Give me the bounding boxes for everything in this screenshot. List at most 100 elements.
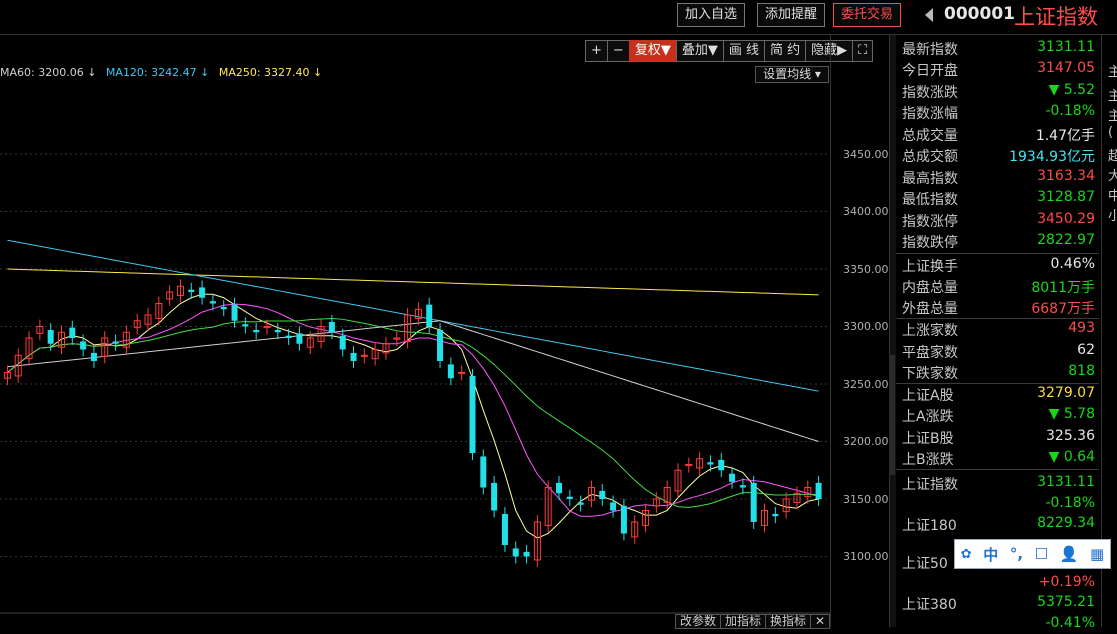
candle-body xyxy=(729,473,736,482)
candle-body xyxy=(815,482,822,499)
candle-body xyxy=(523,551,530,557)
ma250-line xyxy=(7,268,819,296)
quote-row: 上B涨跌 ▼ 0.64 xyxy=(902,449,1095,468)
quote-row: 外盘总量 6687万手 xyxy=(902,301,1095,317)
candle-body xyxy=(90,352,97,361)
quote-row: 最新指数 3131.11 xyxy=(902,39,1095,58)
quote-row: 最低指数 3128.87 xyxy=(902,189,1095,208)
strip-label: 主 xyxy=(1108,105,1117,124)
paw-icon[interactable]: ✿ xyxy=(961,547,972,562)
candle-body xyxy=(253,329,260,333)
y-tick: 3350.00 xyxy=(843,263,889,276)
candle-body xyxy=(69,327,76,338)
strip-label: 主 xyxy=(1108,61,1117,80)
price-axis: 3450.00 3400.00 3350.00 3300.00 3250.00 … xyxy=(830,35,891,627)
candle-body xyxy=(556,482,563,494)
quote-row: 上证380 5375.21 xyxy=(902,594,1095,613)
ime-user-icon[interactable]: 👤 xyxy=(1060,545,1079,563)
candle-body xyxy=(469,375,476,453)
candle-body xyxy=(577,502,584,505)
candle-body xyxy=(339,335,346,350)
candle-body xyxy=(328,321,335,333)
quote-row: 指数涨跌 ▼ 5.52 xyxy=(902,82,1095,101)
candle-body xyxy=(80,341,87,350)
candle-body xyxy=(599,490,606,499)
quote-row: +0.19% xyxy=(1038,574,1095,590)
y-tick: 3450.00 xyxy=(843,148,889,161)
quote-row: 下跌家数 818 xyxy=(902,363,1095,382)
candle-body xyxy=(620,505,627,534)
candlestick-chart[interactable] xyxy=(0,35,830,627)
ime-punct-toggle[interactable]: °, xyxy=(1010,545,1023,563)
y-tick: 3200.00 xyxy=(843,435,889,448)
candle-body xyxy=(426,304,433,327)
candle-body xyxy=(480,456,487,488)
candle-body xyxy=(274,329,281,333)
candle-body xyxy=(112,341,119,344)
quote-row: 最高指数 3163.34 xyxy=(902,168,1095,187)
quote-row: -0.41% xyxy=(1045,615,1095,631)
add-alert-button[interactable]: 添加提醒 xyxy=(757,3,826,27)
trade-button[interactable]: 委托交易 xyxy=(833,3,902,27)
y-tick: 3100.00 xyxy=(843,550,889,563)
candle-body xyxy=(447,364,454,379)
candle-body xyxy=(718,459,725,471)
candle-body xyxy=(707,462,714,465)
quote-row: 上A涨跌 ▼ 5.78 xyxy=(902,406,1095,425)
quote-row: 上证180 8229.34 xyxy=(902,515,1095,534)
ime-keyboard-icon[interactable]: ☐ xyxy=(1035,545,1048,563)
candle-body xyxy=(220,306,227,310)
stock-code: 000001 xyxy=(944,4,1015,24)
y-tick: 3400.00 xyxy=(843,205,889,218)
quote-row: -0.18% xyxy=(1045,495,1095,511)
candle-body xyxy=(501,513,508,545)
add-watchlist-button[interactable]: 加入自选 xyxy=(677,3,746,27)
quote-row: 总成交额 1934.93亿元 xyxy=(902,149,1095,165)
candle-body xyxy=(772,513,779,517)
top-bar: 加入自选 添加提醒 委托交易 000001 上证指数 xyxy=(0,0,1117,35)
candle-body xyxy=(350,352,357,361)
ma5-line xyxy=(7,293,819,539)
candle-body xyxy=(739,485,746,488)
divider xyxy=(896,469,1099,470)
candle-body xyxy=(285,335,292,338)
candle-body xyxy=(566,496,573,499)
candle-body xyxy=(242,324,249,327)
quote-row: 指数涨停 3450.29 xyxy=(902,211,1095,230)
candle-body xyxy=(491,482,498,511)
panel-splitter[interactable] xyxy=(889,35,896,627)
candle-body xyxy=(231,304,238,321)
quote-row: 上涨家数 493 xyxy=(902,320,1095,339)
strip-label: 主 xyxy=(1108,85,1117,104)
quote-row: 今日开盘 3147.05 xyxy=(902,60,1095,79)
y-tick: 3150.00 xyxy=(843,493,889,506)
candle-body xyxy=(199,287,206,298)
stock-name: 上证指数 xyxy=(1014,5,1098,29)
quote-row: 内盘总量 8011万手 xyxy=(902,280,1095,296)
ime-chinese-toggle[interactable]: 中 xyxy=(983,544,998,565)
y-tick: 3300.00 xyxy=(843,320,889,333)
candle-body xyxy=(47,329,54,344)
quote-row: 总成交量 1.47亿手 xyxy=(902,128,1095,144)
candle-body xyxy=(512,548,519,557)
candle-body xyxy=(296,333,303,344)
ime-grid-icon[interactable]: ▦ xyxy=(1090,545,1104,563)
strip-label: 超 xyxy=(1108,145,1117,164)
quote-row: 指数跌停 2822.97 xyxy=(902,232,1095,251)
quote-row: 指数涨幅 -0.18% xyxy=(902,103,1095,122)
candle-body xyxy=(750,482,757,522)
quote-row: 上证B股 325.36 xyxy=(902,428,1095,447)
candle-body xyxy=(437,329,444,361)
quote-row: 上证指数 3131.11 xyxy=(902,474,1095,493)
candle-body xyxy=(209,301,216,304)
splitter-grip[interactable] xyxy=(889,355,895,475)
strip-label: 大 xyxy=(1108,165,1117,184)
ma120-line xyxy=(7,239,819,392)
prev-stock-icon[interactable] xyxy=(925,8,933,22)
quote-row: 平盘家数 62 xyxy=(902,342,1095,361)
ime-toolbar[interactable]: ✿ 中 °, ☐ 👤 ▦ xyxy=(954,539,1111,569)
strip-label: ( xyxy=(1108,125,1114,140)
strip-label: 小 xyxy=(1108,205,1117,224)
quote-row: 上证A股 3279.07 xyxy=(902,385,1095,404)
quote-row: 上证换手 0.46% xyxy=(902,256,1095,275)
